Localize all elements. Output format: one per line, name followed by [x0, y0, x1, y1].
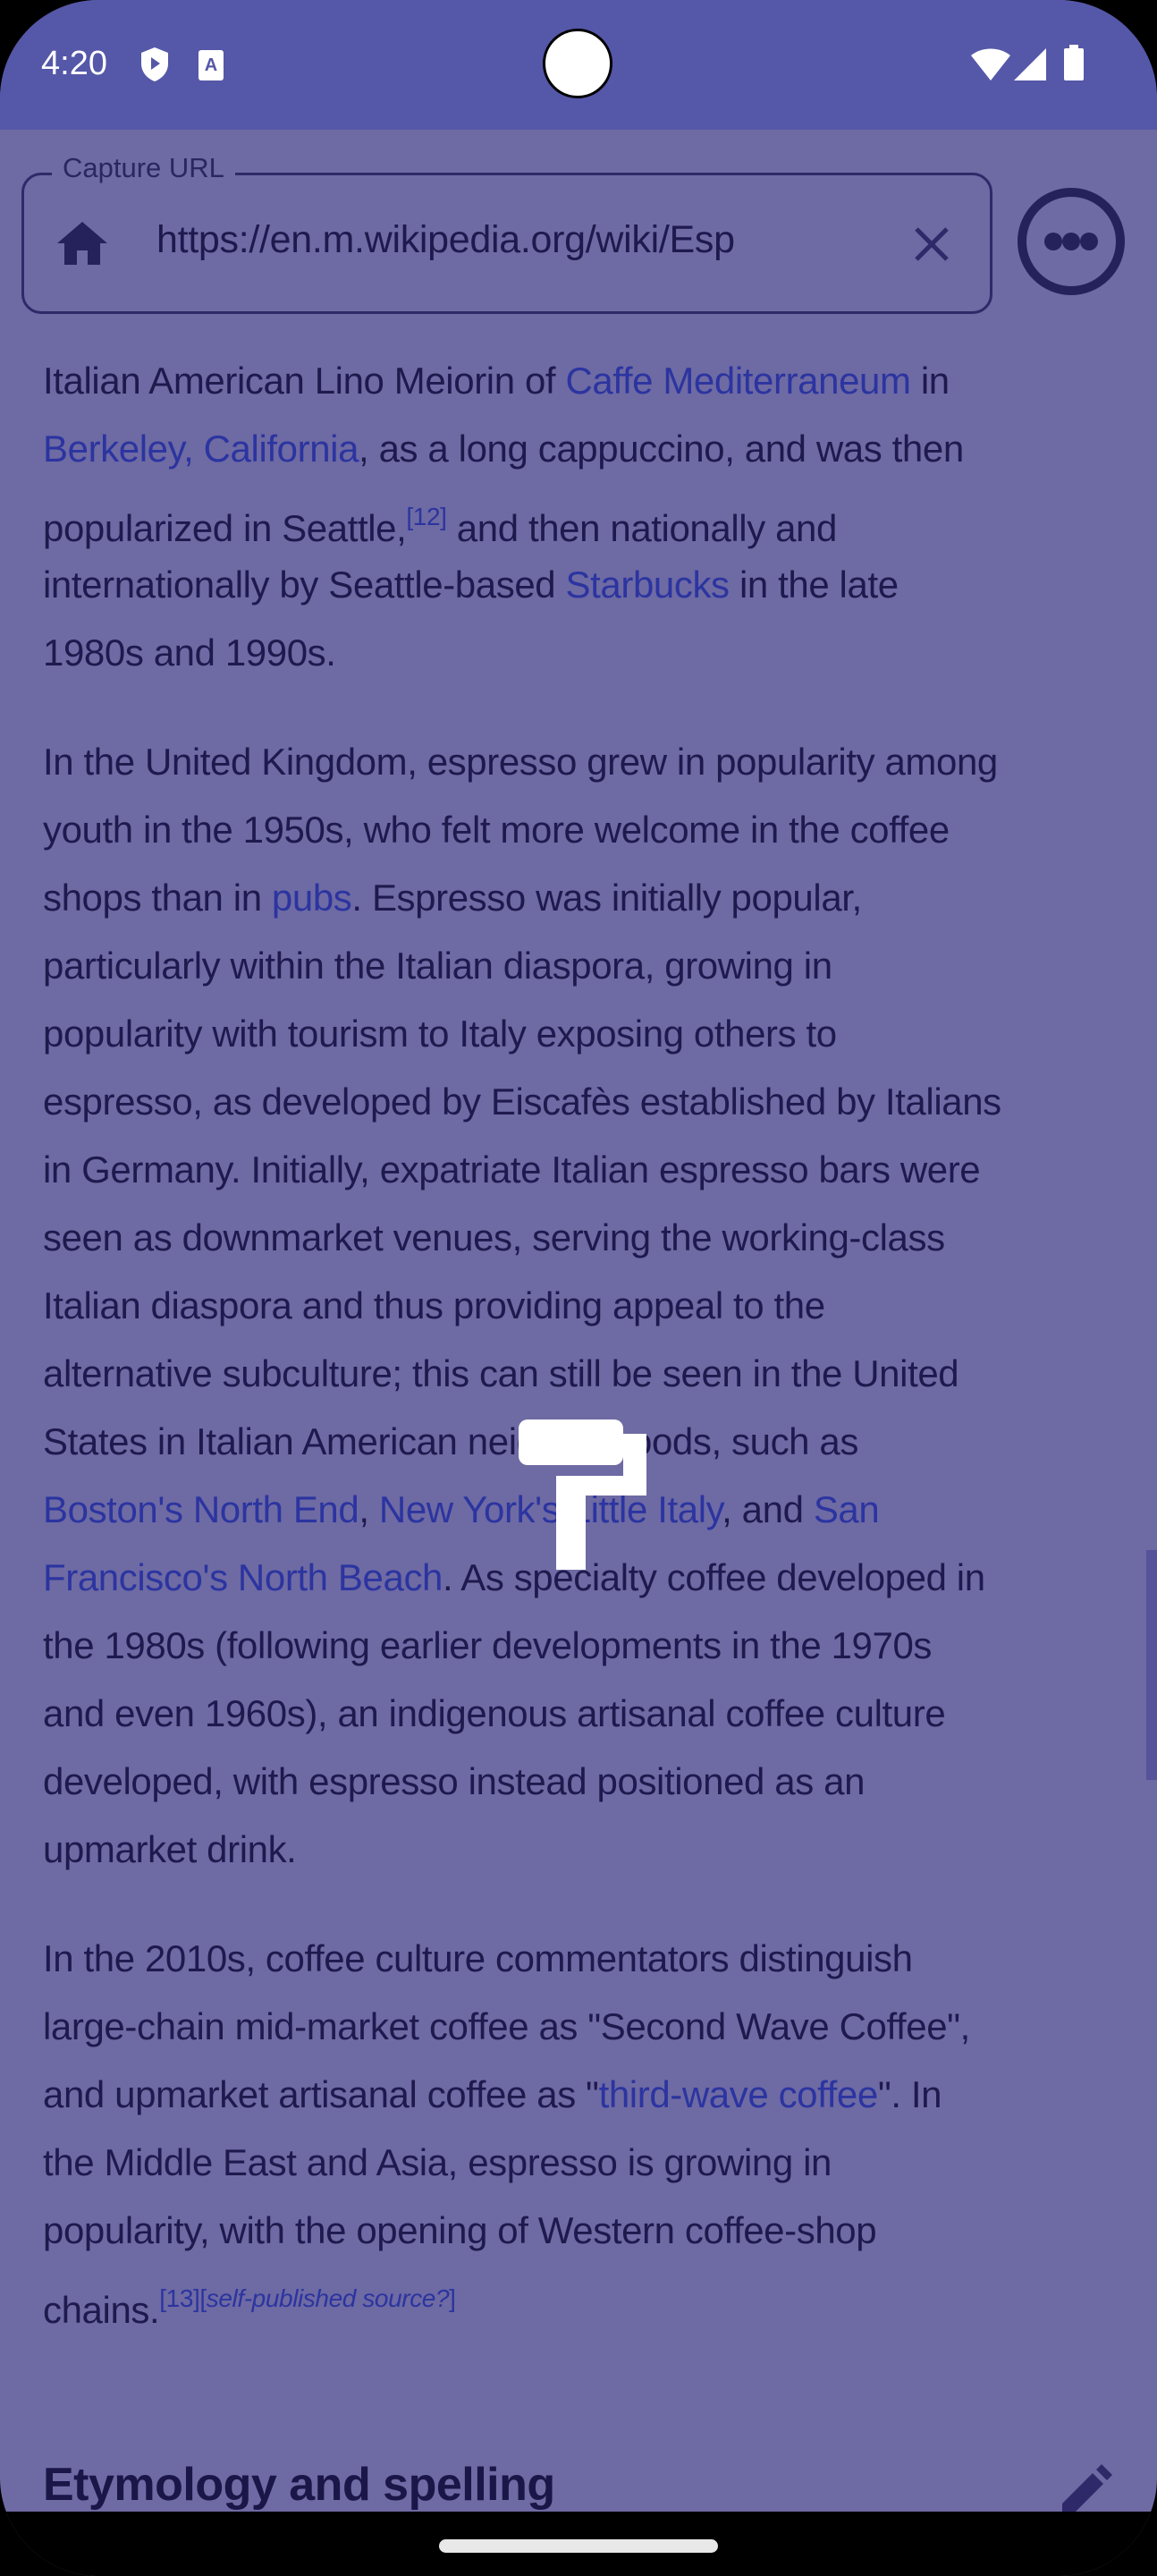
more-options-button[interactable] — [1018, 188, 1125, 295]
status-time: 4:20 — [41, 45, 107, 82]
text-run: , as a long cappuccino, and was then — [359, 428, 964, 470]
text-line: popularity with tourism to Italy exposin… — [43, 1000, 1143, 1068]
text-run: shops than in — [43, 877, 272, 919]
article-link[interactable]: Caffe Mediterraneum — [565, 360, 911, 402]
text-run: In the United Kingdom, espresso grew in … — [43, 741, 998, 783]
text-line: developed, with espresso instead positio… — [43, 1748, 1143, 1816]
text-line: In the 2010s, coffee culture commentator… — [43, 1925, 1143, 1993]
article-body: Italian American Lino Meiorin of Caffe M… — [43, 347, 1143, 2374]
section-heading: Etymology and spelling — [43, 2459, 555, 2511]
citation-bracket: [ — [199, 2284, 207, 2312]
text-line: and upmarket artisanal coffee as "third-… — [43, 2061, 1143, 2129]
text-run: upmarket drink. — [43, 1828, 297, 1870]
close-icon[interactable] — [914, 226, 950, 262]
text-line: youth in the 1950s, who felt more welcom… — [43, 796, 1143, 864]
svg-text:A: A — [205, 55, 217, 75]
text-run: in — [910, 360, 950, 402]
battery-icon — [1064, 45, 1084, 80]
scrollbar-thumb[interactable] — [1146, 1550, 1157, 1780]
citation-link[interactable]: self-published source? — [207, 2284, 450, 2312]
text-line: In the United Kingdom, espresso grew in … — [43, 728, 1143, 796]
text-run: espresso, as developed by Eiscafès estab… — [43, 1080, 1001, 1123]
text-run: in the late — [729, 564, 899, 606]
dot — [1062, 233, 1080, 250]
text-line: Berkeley, California, as a long cappucci… — [43, 415, 1143, 483]
paragraph: Italian American Lino Meiorin of Caffe M… — [43, 347, 1143, 687]
article-link[interactable]: third-wave coffee — [599, 2073, 879, 2115]
text-line: popularity, with the opening of Western … — [43, 2197, 1143, 2265]
text-run: the 1980s (following earlier development… — [43, 1624, 933, 1666]
paint-roller-icon[interactable] — [514, 1415, 653, 1576]
article-link[interactable]: Francisco's North Beach — [43, 1556, 443, 1598]
text-run: youth in the 1950s, who felt more welcom… — [43, 809, 950, 851]
article-link[interactable]: Boston's North End — [43, 1488, 359, 1530]
navigation-bar — [0, 2512, 1157, 2576]
camera-cutout — [543, 29, 612, 98]
text-run: large-chain mid-market coffee as "Second… — [43, 2005, 970, 2047]
text-line: shops than in pubs. Espresso was initial… — [43, 864, 1143, 932]
text-run: internationally by Seattle-based — [43, 564, 566, 606]
text-run: alternative subculture; this can still b… — [43, 1352, 959, 1394]
paragraph: In the 2010s, coffee culture commentator… — [43, 1925, 1143, 2333]
text-run: Italian diaspora and thus providing appe… — [43, 1284, 825, 1326]
url-value[interactable]: https://en.m.wikipedia.org/wiki/Esp — [156, 218, 735, 262]
article-link[interactable]: San — [814, 1488, 880, 1530]
text-line: particularly within the Italian diaspora… — [43, 932, 1143, 1000]
text-run: and then nationally and — [446, 507, 838, 549]
text-line: in Germany. Initially, expatriate Italia… — [43, 1136, 1143, 1204]
citation-bracket: ] — [449, 2284, 456, 2312]
screen: 4:20 A Capture URL https://en.m.wikipedi… — [0, 0, 1157, 2576]
text-run: popularity with tourism to Italy exposin… — [43, 1013, 837, 1055]
text-line: and even 1960s), an indigenous artisanal… — [43, 1680, 1143, 1748]
text-run: developed, with espresso instead positio… — [43, 1760, 866, 1802]
text-run: in Germany. Initially, expatriate Italia… — [43, 1148, 981, 1191]
text-line: alternative subculture; this can still b… — [43, 1340, 1143, 1408]
text-run: Italian American Lino Meiorin of — [43, 360, 566, 402]
text-run: States in Italian American neighborhoods… — [43, 1420, 858, 1462]
text-line: the 1980s (following earlier development… — [43, 1612, 1143, 1680]
text-run: chains. — [43, 2289, 160, 2331]
dot — [1044, 233, 1062, 250]
text-line: Italian diaspora and thus providing appe… — [43, 1272, 1143, 1340]
text-run: popularized in Seattle, — [43, 507, 407, 549]
url-input-label: Capture URL — [52, 152, 235, 184]
text-line: espresso, as developed by Eiscafès estab… — [43, 1068, 1143, 1136]
text-line: large-chain mid-market coffee as "Second… — [43, 1993, 1143, 2061]
text-line: popularized in Seattle,[12] and then nat… — [43, 483, 1143, 551]
home-gesture-handle[interactable] — [439, 2539, 718, 2553]
text-run: the Middle East and Asia, espresso is gr… — [43, 2141, 832, 2183]
citation-link[interactable]: [12] — [406, 503, 447, 530]
text-run: 1980s and 1990s. — [43, 631, 336, 674]
text-line: Italian American Lino Meiorin of Caffe M… — [43, 347, 1143, 415]
dot — [1080, 233, 1098, 250]
text-run: , and — [722, 1488, 814, 1530]
shield-play-icon — [141, 47, 168, 81]
article-link[interactable]: Berkeley, California — [43, 428, 359, 470]
text-run: and even 1960s), an indigenous artisanal… — [43, 1692, 946, 1734]
text-run: particularly within the Italian diaspora… — [43, 945, 832, 987]
wifi-icon — [971, 48, 1010, 80]
text-line: the Middle East and Asia, espresso is gr… — [43, 2129, 1143, 2197]
text-run: seen as downmarket venues, serving the w… — [43, 1216, 945, 1258]
text-run: popularity, with the opening of Western … — [43, 2209, 877, 2251]
text-run: , — [359, 1488, 379, 1530]
citation-link[interactable]: [13] — [159, 2284, 200, 2312]
text-line: internationally by Seattle-based Starbuc… — [43, 551, 1143, 619]
pencil-icon[interactable] — [1062, 2464, 1112, 2514]
text-run: ". In — [877, 2073, 942, 2115]
signal-icon — [1014, 48, 1046, 80]
text-run: and upmarket artisanal coffee as " — [43, 2073, 599, 2115]
text-line: seen as downmarket venues, serving the w… — [43, 1204, 1143, 1272]
text-run: . Espresso was initially popular, — [351, 877, 862, 919]
home-icon[interactable] — [57, 222, 107, 265]
paragraph: In the United Kingdom, espresso grew in … — [43, 728, 1143, 1884]
status-bar: 4:20 A — [0, 0, 1157, 130]
article-link[interactable]: Starbucks — [566, 564, 731, 606]
article-link[interactable]: pubs — [272, 877, 352, 919]
text-line: chains.[13][self-published source?] — [43, 2265, 1143, 2333]
text-line: 1980s and 1990s. — [43, 619, 1143, 687]
text-run: In the 2010s, coffee culture commentator… — [43, 1937, 913, 1979]
text-line: upmarket drink. — [43, 1816, 1143, 1884]
font-a-icon: A — [198, 50, 224, 80]
